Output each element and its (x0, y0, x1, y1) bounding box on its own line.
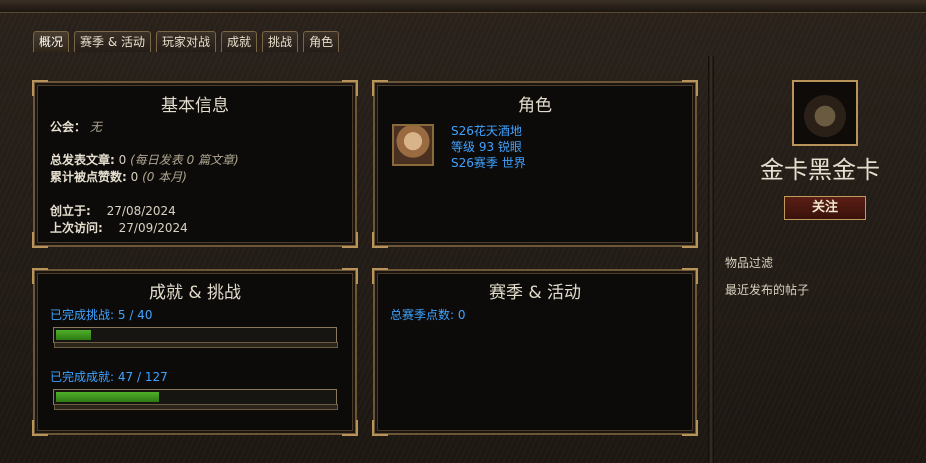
achievements-progress-fill (56, 392, 159, 402)
character-level-class: 等级 93 锐眼 (451, 140, 522, 154)
frame-corner (32, 420, 48, 436)
frame-corner (372, 420, 388, 436)
follow-button[interactable]: 关注 (784, 196, 866, 220)
posts-note: (每日发表 0 篇文章) (130, 153, 239, 167)
guild-value: 无 (89, 120, 102, 134)
challenges-label: 已完成挑战: (50, 308, 115, 322)
season-points-label: 总赛季点数: (390, 308, 455, 322)
characters-title: 角色 (518, 96, 552, 116)
basic-info-panel: 基本信息 公会： 无 总发表文章: 0 (每日发表 0 篇文章) 累计被点赞数:… (32, 80, 358, 248)
column-divider (708, 56, 714, 463)
achievements-title: 成就 & 挑战 (148, 283, 242, 303)
frame-corner (372, 232, 388, 248)
player-name: 金卡黑金卡 (760, 156, 880, 184)
season-panel: 赛季 & 活动 总赛季点数: 0 (372, 268, 698, 436)
challenges-completed: 已完成挑战: 5 / 40 (50, 306, 152, 323)
created-label: 创立于: (50, 204, 91, 218)
progress-rail (54, 404, 338, 410)
challenges-value: 5 / 40 (117, 308, 153, 322)
likes-label: 累计被点赞数: (50, 170, 127, 184)
posts-label: 总发表文章: (50, 153, 115, 167)
tab-season-events[interactable]: 赛季 & 活动 (74, 31, 152, 52)
created-value: 27/08/2024 (106, 204, 176, 218)
tab-pvp[interactable]: 玩家对战 (156, 31, 217, 52)
achievements-label: 已完成成就: (50, 370, 115, 384)
character-name-link[interactable]: S26花天酒地 (451, 123, 526, 139)
achievements-completed: 已完成成就: 47 / 127 (50, 368, 168, 385)
season-points-value: 0 (457, 308, 466, 322)
tab-achievements[interactable]: 成就 (221, 31, 258, 52)
frame-corner (682, 420, 698, 436)
achievements-value: 47 / 127 (117, 370, 168, 384)
guild-label: 公会： (50, 120, 87, 134)
achievements-progress-bar (53, 389, 338, 410)
progress-rail (54, 342, 338, 348)
posts-value: 0 (118, 153, 127, 167)
characters-panel: 角色 S26花天酒地 等级 93 锐眼 S26赛季 世界 (372, 80, 698, 248)
character-season-world: S26赛季 世界 (451, 156, 526, 170)
item-filter-link[interactable]: 物品过滤 (725, 254, 773, 271)
season-title: 赛季 & 活动 (488, 283, 582, 303)
last-visit-value: 27/09/2024 (118, 221, 188, 235)
frame-corner (342, 232, 358, 248)
frame-corner (32, 232, 48, 248)
tab-challenges[interactable]: 挑战 (262, 31, 299, 52)
achievements-panel: 成就 & 挑战 已完成挑战: 5 / 40 已完成成就: 47 / 127 (32, 268, 358, 436)
challenges-progress-bar (53, 327, 338, 348)
character-portrait[interactable] (392, 124, 434, 166)
frame-corner (682, 232, 698, 248)
tab-characters[interactable]: 角色 (303, 31, 340, 52)
challenges-progress-fill (56, 330, 91, 340)
player-avatar (792, 80, 858, 146)
last-visit-label: 上次访问: (50, 221, 103, 235)
likes-note: (0 本月) (142, 170, 187, 184)
basic-info-title: 基本信息 (161, 96, 229, 116)
recent-posts-link[interactable]: 最近发布的帖子 (725, 281, 809, 298)
profile-tabs: 概况 赛季 & 活动 玩家对战 成就 挑战 角色 (33, 31, 340, 53)
likes-value: 0 (130, 170, 139, 184)
top-bar (0, 0, 926, 13)
frame-corner (342, 420, 358, 436)
tab-overview[interactable]: 概况 (33, 31, 70, 52)
character-entry: S26花天酒地 等级 93 锐眼 S26赛季 世界 (451, 123, 526, 171)
season-points: 总赛季点数: 0 (390, 306, 466, 323)
